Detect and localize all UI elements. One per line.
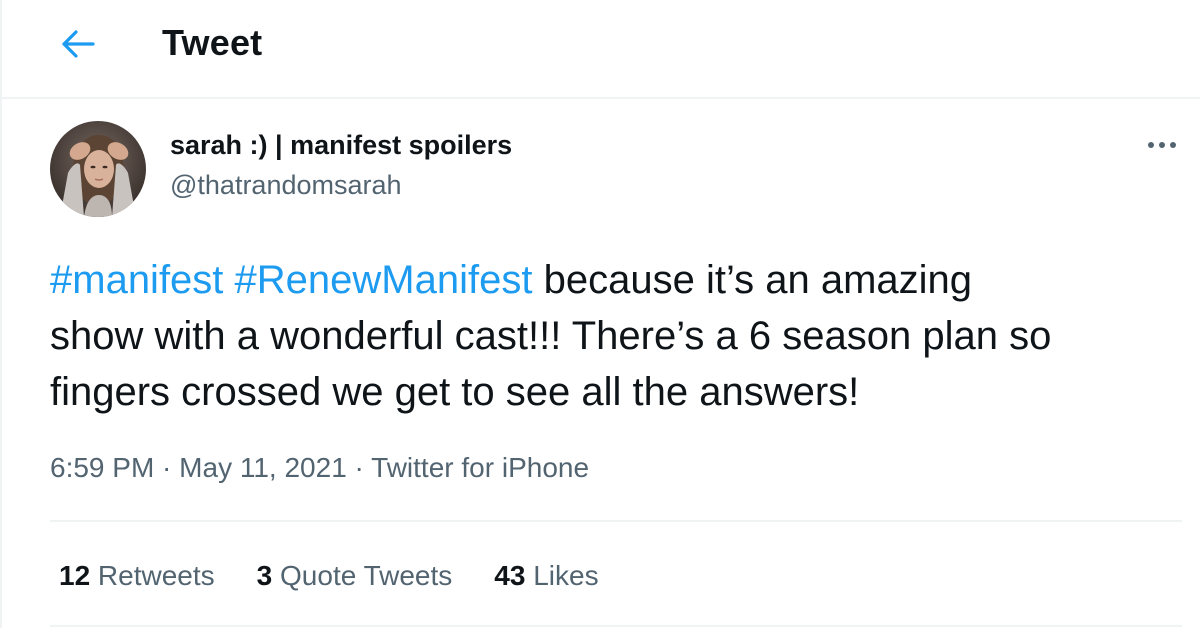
- arrow-left-icon: [62, 30, 95, 58]
- retweets-stat[interactable]: 12 Retweets: [59, 560, 215, 592]
- tweet-text-segment: because it’s an amazing: [532, 258, 973, 302]
- retweets-count: 12: [59, 560, 91, 591]
- retweets-label: Retweets: [90, 560, 215, 591]
- tweet-line-3: fingers crossed we get to see all the an…: [50, 370, 860, 414]
- likes-label: Likes: [525, 560, 599, 591]
- more-dots-icon: [1148, 142, 1176, 148]
- avatar[interactable]: [50, 121, 146, 217]
- page-title: Tweet: [162, 22, 263, 63]
- author-handle[interactable]: @thatrandomsarah: [170, 170, 402, 201]
- tweet-metadata: 6:59 PM · May 11, 2021 · Twitter for iPh…: [50, 452, 589, 484]
- meta-separator: ·: [154, 452, 180, 483]
- hashtag-link[interactable]: #RenewManifest: [235, 258, 533, 302]
- tweet-line-2: show with a wonderful cast!!! There’s a …: [50, 314, 1052, 358]
- quote-tweets-label: Quote Tweets: [272, 560, 453, 591]
- divider: [50, 520, 1182, 522]
- quote-tweets-stat[interactable]: 3 Quote Tweets: [257, 560, 453, 592]
- likes-count: 43: [494, 560, 526, 591]
- tweet-source[interactable]: Twitter for iPhone: [371, 452, 589, 483]
- tweet-page: Tweet sarah:) | manifest spoilers @that…: [0, 0, 1200, 628]
- hashtag-link[interactable]: #manifest: [50, 258, 223, 302]
- more-options-button[interactable]: [1142, 128, 1182, 162]
- header-bar: Tweet: [2, 0, 1200, 99]
- back-button[interactable]: [50, 22, 106, 66]
- tweet-text: #manifest #RenewManifest because it’s an…: [50, 252, 1180, 420]
- divider: [50, 625, 1182, 627]
- tweet-line-1: #manifest #RenewManifest because it’s an…: [50, 252, 1180, 308]
- tweet-date[interactable]: May 11, 2021: [179, 452, 347, 483]
- quote-tweets-count: 3: [256, 560, 273, 591]
- tweet-stats: 12 Retweets 3 Quote Tweets 43 Likes: [59, 560, 641, 592]
- likes-stat[interactable]: 43 Likes: [494, 560, 598, 592]
- tweet-time[interactable]: 6:59 PM: [50, 452, 154, 483]
- author-display-name[interactable]: sarah :) | manifest spoilers: [170, 130, 512, 161]
- meta-separator: ·: [346, 452, 372, 483]
- profile-photo: [50, 121, 146, 217]
